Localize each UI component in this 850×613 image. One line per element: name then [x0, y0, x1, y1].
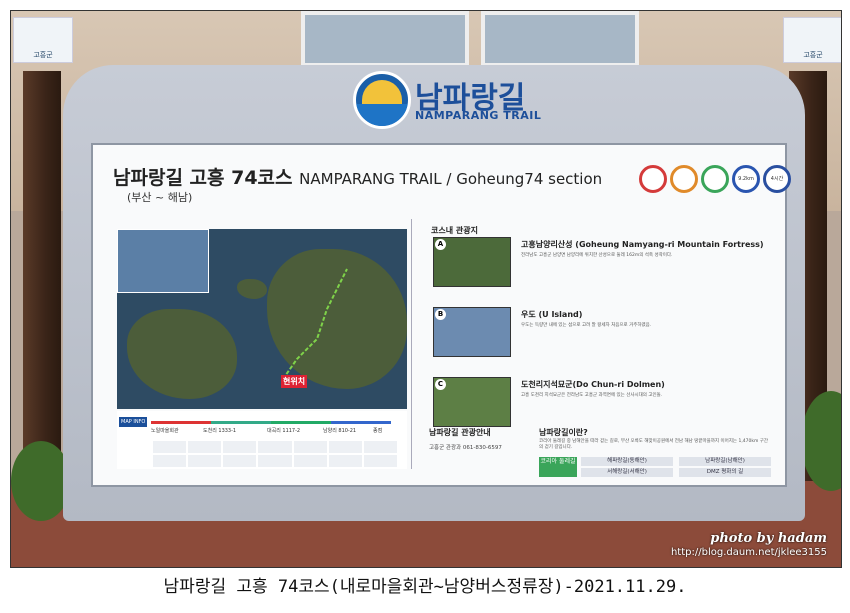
- post-cap-right: 고흥군: [783, 17, 841, 63]
- section-badge: [639, 165, 667, 193]
- attraction-letter: C: [435, 379, 446, 390]
- attraction-desc: 우도는 득량만 내에 있는 섬으로 고려 말 왕세자 처음으로 거주하였음.: [521, 323, 652, 328]
- trail-way: DMZ 평화의 길: [679, 468, 771, 477]
- attraction-letter: B: [435, 309, 446, 320]
- tour-info-tel: 고흥군 관광과 061-830-6597: [429, 445, 502, 451]
- sign-heading: 남파랑길 고흥 74코스 NAMPARANG TRAIL / Goheung74…: [113, 167, 603, 189]
- route-map: 현위치: [117, 229, 407, 409]
- column-divider: [411, 219, 412, 469]
- attraction-item: A 고흥남양리산성 (Goheung Namyang-ri Mountain Fo…: [433, 237, 773, 289]
- attraction-desc: 전라남도 고흥군 남양면 남양리에 위치한 산성으로 둘레 162m의 석축 성…: [521, 253, 673, 258]
- current-location-label: 현위치: [281, 375, 308, 388]
- logo-subtitle: NAMPARANG TRAIL: [415, 109, 542, 122]
- attraction-photo: A: [433, 237, 511, 287]
- map-legend: [153, 441, 397, 467]
- sign-panel: 남파랑길 고흥 74코스 NAMPARANG TRAIL / Goheung74…: [91, 143, 791, 487]
- attraction-item: B 우도 (U Island) 우도는 득량만 내에 있는 섬으로 고려 말 왕세자…: [433, 307, 773, 359]
- watermark-url: http://blog.daum.net/jklee3155: [670, 547, 827, 558]
- attraction-photo: B: [433, 307, 511, 357]
- namparang-logo-icon: [353, 71, 411, 129]
- section-badge: [701, 165, 729, 193]
- attraction-letter: A: [435, 239, 446, 250]
- route-stop: 도천리 1333-1: [203, 428, 237, 434]
- section-badge: 4시간: [763, 165, 791, 193]
- route-stop: 종점: [373, 428, 383, 434]
- route-info-label: MAP INFO: [119, 417, 148, 427]
- window: [301, 11, 469, 67]
- attractions-title: 코스내 관광지: [431, 226, 478, 235]
- section-badge: 9.2km: [732, 165, 760, 193]
- section-badge: [670, 165, 698, 193]
- attraction-name: 도천리지석묘군(Do Chun-ri Dolmen): [521, 380, 665, 389]
- trail-about-desc: 코리아 둘레길 중 남해안을 따라 걷는 길로, 부산 오륙도 해맞이공원에서 …: [539, 439, 769, 450]
- route-bar: MAP INFO 노일마을회관 도천리 1333-1 대곡리 1117-2 남양…: [117, 411, 407, 469]
- attraction-name: 우도 (U Island): [521, 310, 583, 319]
- post-cap-left: 고흥군: [13, 17, 73, 63]
- route-stop: 대곡리 1117-2: [267, 428, 301, 434]
- trail-way: 해파랑길(동해안): [581, 457, 673, 466]
- shrub: [11, 441, 71, 521]
- attraction-name: 고흥남양리산성 (Goheung Namyang-ri Mountain For…: [521, 240, 764, 249]
- attraction-desc: 고흥 도천리 지석묘군은 전라남도 고흥군 과역면에 있는 선사시대의 고인돌.: [521, 393, 663, 398]
- korea-dulle-badge: 코리아 둘레길: [539, 457, 577, 477]
- sign-heading-sub: (부산 ~ 해남): [127, 191, 193, 204]
- tour-info-title: 남파랑길 관광안내: [429, 428, 491, 437]
- trail-way: 남파랑길(남해안): [679, 457, 771, 466]
- attraction-photo: C: [433, 377, 511, 427]
- trail-way: 서해랑길(서해안): [581, 468, 673, 477]
- watermark-credit: photo by hadam: [710, 531, 827, 546]
- route-stop: 남양리 810-21: [323, 428, 357, 434]
- route-stop: 노일마을회관: [151, 428, 179, 434]
- photo: 고흥군 고흥군 남파랑길 NAMPARANG TRAIL 남파랑길 고흥 74코…: [10, 10, 842, 568]
- trail-sign-board: 남파랑길 NAMPARANG TRAIL 남파랑길 고흥 74코스 NAMPAR…: [63, 65, 805, 521]
- attraction-item: C 도천리지석묘군(Do Chun-ri Dolmen) 고흥 도천리 지석묘군은 …: [433, 377, 773, 429]
- window: [481, 11, 639, 67]
- trail-line: [282, 268, 348, 380]
- route-line: [151, 421, 391, 424]
- photo-caption: 남파랑길 고흥 74코스(내로마을회관~남양버스정류장)-2021.11.29.: [163, 577, 687, 597]
- badge-row: 9.2km 4시간: [639, 165, 791, 193]
- trail-about-title: 남파랑길이란?: [539, 428, 588, 437]
